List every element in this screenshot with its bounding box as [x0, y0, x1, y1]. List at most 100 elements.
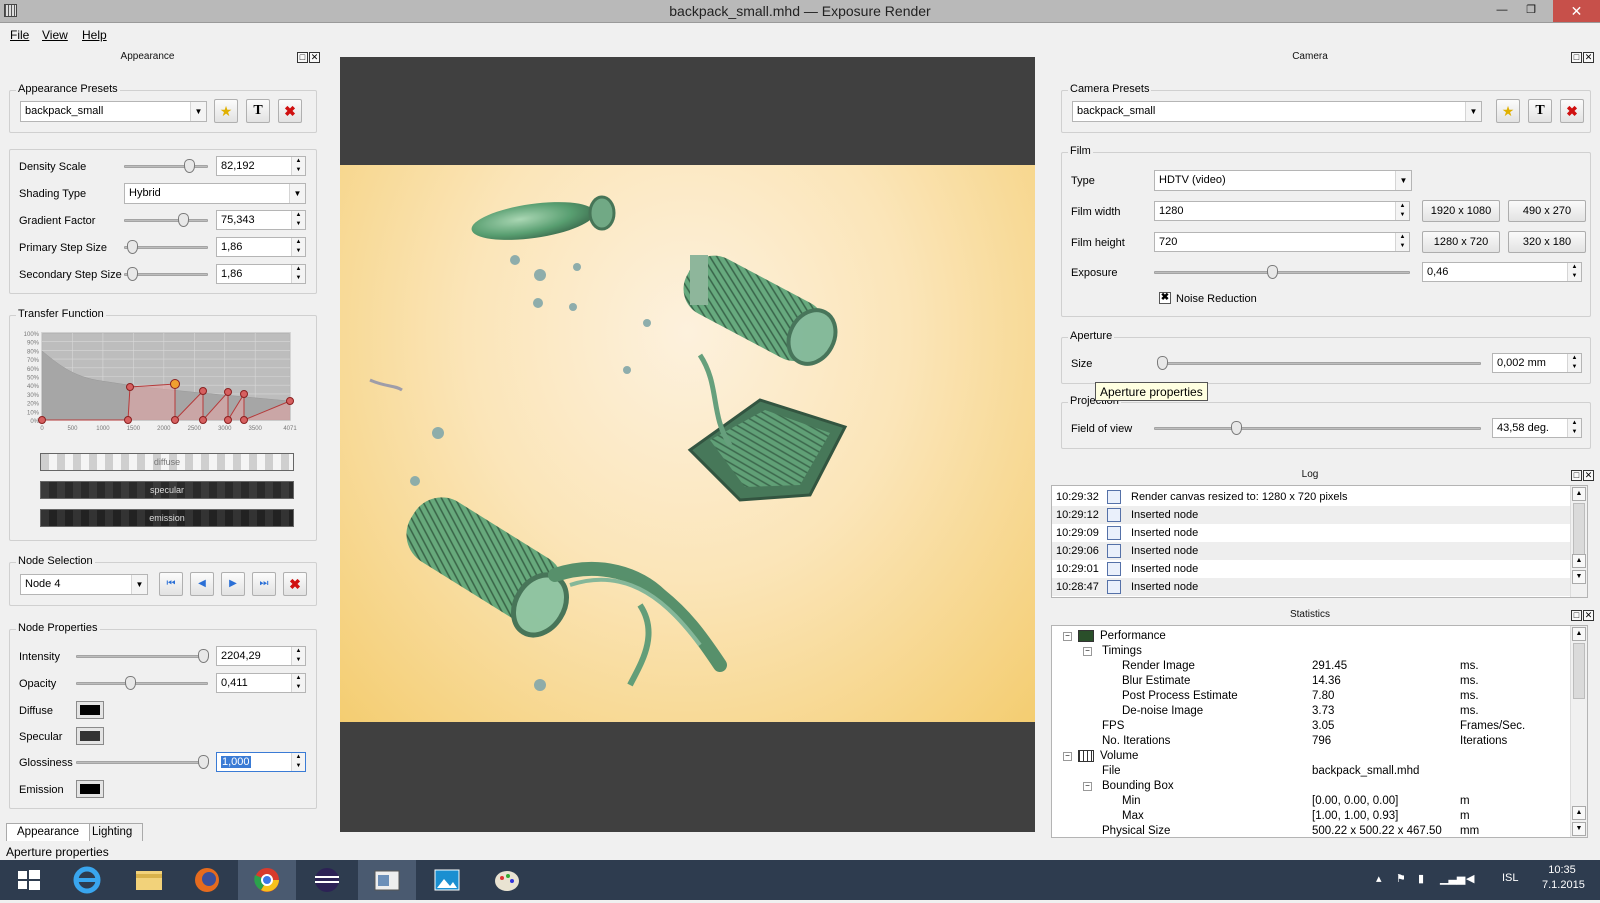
preset-1280x720-button[interactable]: 1280 x 720	[1422, 231, 1500, 253]
statistics-row[interactable]: − Bounding Box	[1052, 779, 1572, 794]
film-width-spinbox[interactable]: 1280 ▲ ▼	[1154, 201, 1410, 221]
statistics-row[interactable]: Render Image 291.45 ms.	[1052, 659, 1572, 674]
opacity-slider[interactable]	[76, 676, 208, 690]
next-node-icon[interactable]: ▶	[221, 572, 245, 596]
tab-lighting[interactable]: Lighting	[81, 823, 144, 841]
photo-viewer-icon[interactable]	[418, 860, 476, 900]
start-icon[interactable]	[0, 860, 58, 900]
specular-bar[interactable]: specular	[40, 481, 294, 499]
emission-bar[interactable]: emission	[40, 509, 294, 527]
appearance-preset-select[interactable]: backpack_small ▼	[20, 101, 207, 122]
eclipse-icon[interactable]	[298, 860, 356, 900]
restore-icon[interactable]: ❐	[1517, 0, 1545, 22]
statistics-row[interactable]: − Timings	[1052, 644, 1572, 659]
transfer-node[interactable]	[224, 388, 232, 396]
action-center-icon[interactable]: ⚑	[1396, 872, 1406, 885]
statistics-row[interactable]: Post Process Estimate 7.80 ms.	[1052, 689, 1572, 704]
transfer-node[interactable]	[124, 416, 132, 424]
close-icon[interactable]: ✕	[1583, 52, 1594, 63]
log-scrollbar[interactable]: ▲ ▲ ▼	[1570, 486, 1587, 597]
preset-320x180-button[interactable]: 320 x 180	[1508, 231, 1586, 253]
aperture-size-spinbox[interactable]: 0,002 mm ▲ ▼	[1492, 353, 1582, 373]
paint-icon[interactable]	[478, 860, 536, 900]
language-indicator[interactable]: ISL	[1502, 872, 1519, 884]
first-node-icon[interactable]: ⏮	[159, 572, 183, 596]
statistics-row[interactable]: File backpack_small.mhd	[1052, 764, 1572, 779]
glossiness-spinbox[interactable]: 1,000 ▲ ▼	[216, 752, 306, 772]
internet-explorer-icon[interactable]	[58, 860, 116, 900]
specular-color-button[interactable]	[76, 727, 104, 745]
node-select[interactable]: Node 4 ▼	[20, 574, 148, 595]
close-icon[interactable]: ✕	[1553, 0, 1600, 22]
star-icon[interactable]: ★	[214, 99, 238, 123]
log-row[interactable]: 10:29:12 Inserted node	[1052, 506, 1572, 524]
statistics-tree[interactable]: − Performance − Timings Render Image 291.45 ms…	[1051, 625, 1588, 838]
aperture-size-slider[interactable]	[1157, 356, 1481, 370]
intensity-slider[interactable]	[76, 649, 209, 663]
gradient-factor-slider[interactable]	[124, 213, 208, 227]
statistics-row[interactable]: De-noise Image 3.73 ms.	[1052, 704, 1572, 719]
diffuse-color-button[interactable]	[76, 701, 104, 719]
shading-type-select[interactable]: Hybrid ▼	[124, 183, 306, 204]
statistics-row[interactable]: − Volume	[1052, 749, 1572, 764]
menu-view[interactable]: View	[42, 28, 68, 42]
diffuse-bar[interactable]: diffuse	[40, 453, 294, 471]
menu-help[interactable]: Help	[82, 28, 107, 42]
camera-preset-select[interactable]: backpack_small ▼	[1072, 101, 1482, 122]
log-list[interactable]: 10:29:32 Render canvas resized to: 1280 x…	[1051, 485, 1588, 598]
field-of-view-slider[interactable]	[1154, 421, 1481, 435]
float-icon[interactable]: □	[1571, 610, 1582, 621]
power-icon[interactable]: ▮	[1418, 872, 1424, 885]
collapse-icon[interactable]: −	[1083, 647, 1092, 656]
network-icon[interactable]: ▁▃▅	[1440, 872, 1465, 885]
file-explorer-icon[interactable]	[120, 860, 178, 900]
transfer-node[interactable]	[199, 387, 207, 395]
text-icon[interactable]: T	[246, 99, 270, 123]
last-node-icon[interactable]: ⏭	[252, 572, 276, 596]
delete-icon[interactable]: ✖	[278, 99, 302, 123]
transfer-node[interactable]	[38, 416, 46, 424]
render-canvas[interactable]	[340, 165, 1035, 722]
film-type-select[interactable]: HDTV (video) ▼	[1154, 170, 1412, 191]
transfer-node[interactable]	[240, 390, 248, 398]
exposure-slider[interactable]	[1154, 265, 1410, 279]
clock[interactable]: 10:35 7.1.2015	[1542, 864, 1585, 891]
statistics-row[interactable]: FPS 3.05 Frames/Sec.	[1052, 719, 1572, 734]
close-icon[interactable]: ✕	[1583, 470, 1594, 481]
field-of-view-spinbox[interactable]: 43,58 deg. ▲ ▼	[1492, 418, 1582, 438]
noise-reduction-checkbox[interactable]: ✖	[1159, 292, 1171, 304]
film-height-spinbox[interactable]: 720 ▲ ▼	[1154, 232, 1410, 252]
menu-file[interactable]: File	[10, 28, 29, 42]
volume-icon[interactable]: ◀	[1466, 872, 1474, 885]
render-viewport[interactable]	[340, 57, 1035, 832]
tab-appearance[interactable]: Appearance	[6, 823, 91, 841]
exposure-render-icon[interactable]	[358, 860, 416, 900]
float-icon[interactable]: □	[1571, 52, 1582, 63]
minimize-icon[interactable]: —	[1488, 0, 1516, 22]
transfer-function-graph[interactable]: 100%90%80%70%60%50%40%30%20%10%0%0 500 100…	[12, 329, 312, 439]
intensity-spinbox[interactable]: 2204,29 ▲ ▼	[216, 646, 306, 666]
primary-step-size-spinbox[interactable]: 1,86 ▲ ▼	[216, 237, 306, 257]
star-icon[interactable]: ★	[1496, 99, 1520, 123]
float-icon[interactable]: □	[297, 52, 308, 63]
transfer-node[interactable]	[170, 379, 180, 389]
secondary-step-size-slider[interactable]	[124, 267, 208, 281]
delete-node-icon[interactable]: ✖	[283, 572, 307, 596]
close-icon[interactable]: ✕	[1583, 610, 1594, 621]
exposure-spinbox[interactable]: 0,46 ▲ ▼	[1422, 262, 1582, 282]
emission-color-button[interactable]	[76, 780, 104, 798]
collapse-icon[interactable]: −	[1063, 752, 1072, 761]
transfer-node[interactable]	[199, 416, 207, 424]
log-row[interactable]: 10:29:09 Inserted node	[1052, 524, 1572, 542]
primary-step-size-slider[interactable]	[124, 240, 208, 254]
density-scale-slider[interactable]	[124, 159, 208, 173]
firefox-icon[interactable]	[178, 860, 236, 900]
opacity-spinbox[interactable]: 0,411 ▲ ▼	[216, 673, 306, 693]
log-row[interactable]: 10:29:01 Inserted node	[1052, 560, 1572, 578]
show-hidden-icons-icon[interactable]: ▴	[1376, 872, 1382, 885]
close-icon[interactable]: ✕	[309, 52, 320, 63]
log-row[interactable]: 10:29:32 Render canvas resized to: 1280 x…	[1052, 488, 1572, 506]
statistics-row[interactable]: Max [1.00, 1.00, 0.93] m	[1052, 809, 1572, 824]
transfer-node[interactable]	[171, 416, 179, 424]
log-row[interactable]: 10:29:06 Inserted node	[1052, 542, 1572, 560]
